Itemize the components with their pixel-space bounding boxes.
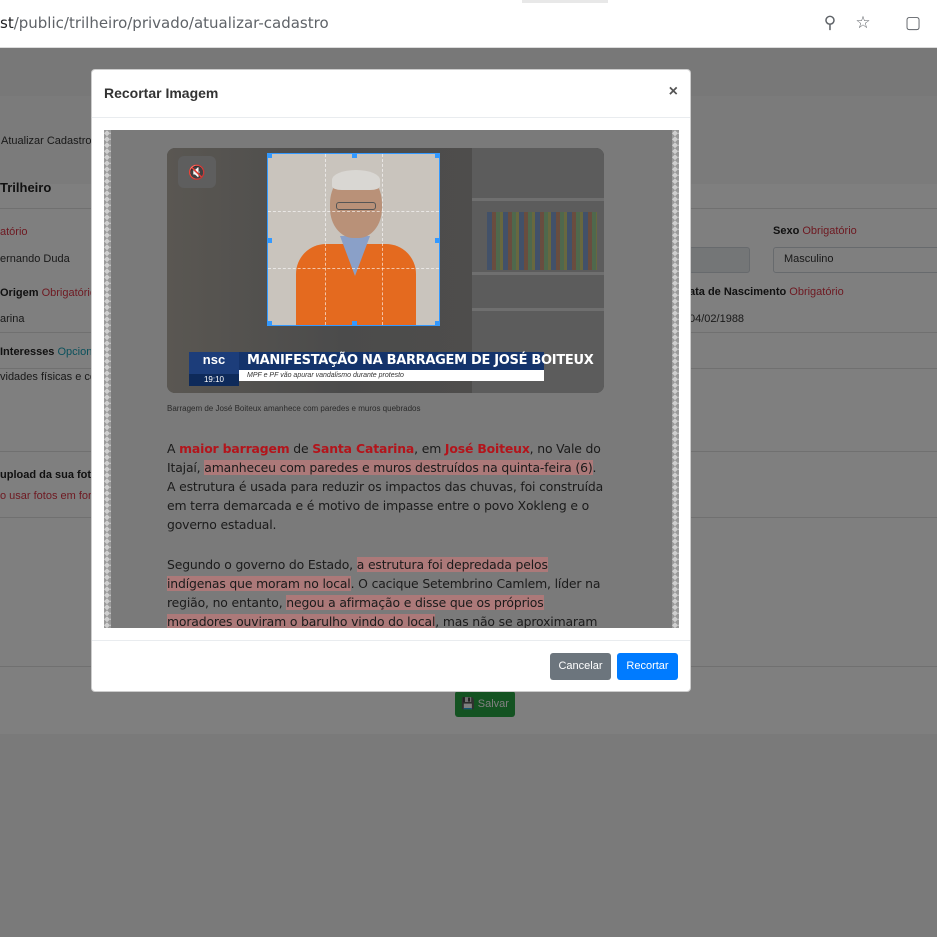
shelf-board [472,308,604,311]
crop-selection-box[interactable] [267,153,440,326]
crop-canvas[interactable]: 🔇 nsc 19:10 MANIFESTAÇÃO NA BARRAGEM DE … [104,130,679,628]
bookmark-star-icon[interactable]: ☆ [852,12,874,34]
shelf-board [472,272,604,275]
close-icon[interactable]: × [669,83,678,101]
extensions-puzzle-icon[interactable]: ▢ [902,12,924,34]
image-caption: Barragem de José Boiteux amanhece com pa… [167,404,421,413]
source-image: 🔇 nsc 19:10 MANIFESTAÇÃO NA BARRAGEM DE … [111,130,672,628]
crop-image-modal: Recortar Imagem × 🔇 nsc 19:10 MANIFESTAÇ… [91,69,691,692]
shelf-board [472,198,604,201]
modal-title: Recortar Imagem [104,85,219,101]
broadcast-time: 19:10 [189,374,239,386]
crop-handle-s[interactable] [352,321,357,325]
url-host: st [0,14,14,32]
browser-toolbar: st/public/trilheiro/privado/atualizar-ca… [0,0,937,48]
url-path: /public/trilheiro/privado/atualizar-cada… [13,14,329,32]
person-figure [290,170,420,325]
zoom-icon[interactable]: ⚲ [819,12,841,34]
article-paragraph: Segundo o governo do Estado, a estrutura… [167,557,601,628]
crop-handle-sw[interactable] [268,321,272,325]
crop-handle-e[interactable] [435,238,439,243]
crop-guide-line [325,154,326,325]
news-subheadline: MPF e PF vão apurar vandalismo durante p… [239,370,544,381]
modal-footer: Cancelar Recortar [92,640,690,692]
hair [332,170,380,190]
mute-icon[interactable]: 🔇 [178,156,216,188]
glasses [336,202,376,210]
crop-button[interactable]: Recortar [617,653,678,680]
crop-handle-w[interactable] [268,238,272,243]
tab-strip-edge [522,0,608,3]
crop-guide-line [382,154,383,325]
news-headline: MANIFESTAÇÃO NA BARRAGEM DE JOSÉ BOITEUX [239,352,594,370]
crop-handle-se[interactable] [435,321,439,325]
address-bar[interactable]: st/public/trilheiro/privado/atualizar-ca… [0,14,329,32]
transparency-pattern-left [104,130,111,628]
crop-handle-nw[interactable] [268,154,272,158]
modal-header: Recortar Imagem × [92,70,690,118]
crop-handle-ne[interactable] [435,154,439,158]
article-text: A maior barragem de Santa Catarina, em J… [167,439,607,628]
article-paragraph: A maior barragem de Santa Catarina, em J… [167,441,604,532]
cancel-button[interactable]: Cancelar [550,653,611,680]
crop-guide-line [268,211,439,212]
channel-logo: nsc 19:10 [189,352,239,386]
video-frame: 🔇 nsc 19:10 MANIFESTAÇÃO NA BARRAGEM DE … [167,148,604,393]
crop-handle-n[interactable] [352,154,357,158]
crop-guide-line [268,268,439,269]
news-lower-third: nsc 19:10 MANIFESTAÇÃO NA BARRAGEM DE JOS… [189,348,594,390]
books [487,212,597,270]
transparency-pattern-right [672,130,679,628]
